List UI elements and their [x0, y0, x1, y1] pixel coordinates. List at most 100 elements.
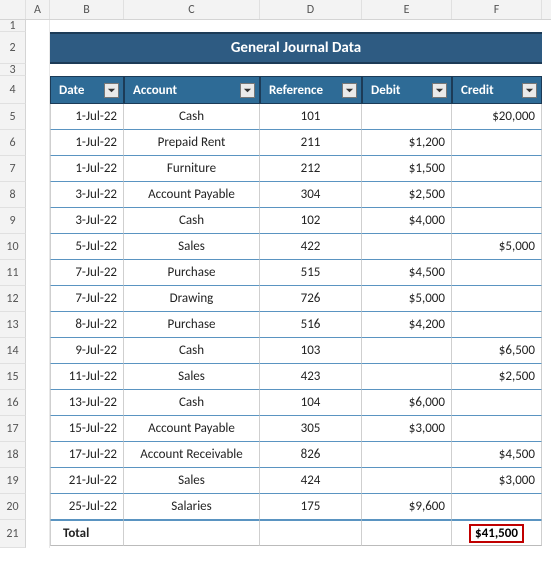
cell-reference[interactable]: 304: [260, 182, 362, 208]
cell-account[interactable]: Account Receivable: [124, 442, 260, 468]
cell-reference[interactable]: 101: [260, 104, 362, 130]
cell-debit[interactable]: $4,500: [362, 260, 452, 286]
cell-account[interactable]: Sales: [124, 234, 260, 260]
cell-debit[interactable]: [362, 104, 452, 130]
filter-button-reference[interactable]: [342, 83, 357, 98]
cell-reference[interactable]: 422: [260, 234, 362, 260]
cell-reference[interactable]: 305: [260, 416, 362, 442]
cell-reference[interactable]: 211: [260, 130, 362, 156]
row-header[interactable]: 10: [0, 234, 26, 260]
cell-date[interactable]: 7-Jul-22: [50, 286, 124, 312]
row-header[interactable]: 19: [0, 468, 26, 494]
filter-button-debit[interactable]: [432, 83, 447, 98]
cell-credit[interactable]: $2,500: [452, 364, 542, 390]
row-header[interactable]: 12: [0, 286, 26, 312]
cell-date[interactable]: 25-Jul-22: [50, 494, 124, 520]
cell-debit[interactable]: $1,200: [362, 130, 452, 156]
total-label[interactable]: Total: [50, 520, 124, 546]
cell-date[interactable]: 21-Jul-22: [50, 468, 124, 494]
cell-date[interactable]: 7-Jul-22: [50, 260, 124, 286]
row-header[interactable]: 15: [0, 364, 26, 390]
cell-date[interactable]: 15-Jul-22: [50, 416, 124, 442]
cell-debit[interactable]: [362, 468, 452, 494]
cell-account[interactable]: Drawing: [124, 286, 260, 312]
cell-date[interactable]: 17-Jul-22: [50, 442, 124, 468]
cell-debit[interactable]: $9,600: [362, 494, 452, 520]
filter-button-date[interactable]: [104, 83, 119, 98]
col-C[interactable]: C: [124, 0, 260, 19]
cell-date[interactable]: 1-Jul-22: [50, 156, 124, 182]
row-header[interactable]: 18: [0, 442, 26, 468]
cell-reference[interactable]: 102: [260, 208, 362, 234]
cell-credit[interactable]: [452, 494, 542, 520]
cell-account[interactable]: Furniture: [124, 156, 260, 182]
row-header[interactable]: 14: [0, 338, 26, 364]
cell-credit[interactable]: [452, 286, 542, 312]
cell-account[interactable]: Sales: [124, 364, 260, 390]
total-empty[interactable]: [260, 520, 362, 546]
header-reference[interactable]: Reference: [260, 76, 362, 104]
row-header[interactable]: 4: [0, 76, 26, 104]
row-header[interactable]: 16: [0, 390, 26, 416]
cell-account[interactable]: Account Payable: [124, 182, 260, 208]
cell-debit[interactable]: $6,000: [362, 390, 452, 416]
row-header[interactable]: 11: [0, 260, 26, 286]
filter-button-credit[interactable]: [522, 83, 537, 98]
cell-credit[interactable]: [452, 416, 542, 442]
cell-credit[interactable]: [452, 312, 542, 338]
cell-date[interactable]: 3-Jul-22: [50, 208, 124, 234]
cell-date[interactable]: 1-Jul-22: [50, 104, 124, 130]
total-empty[interactable]: [362, 520, 452, 546]
row-header[interactable]: 21: [0, 520, 26, 548]
cell-account[interactable]: Sales: [124, 468, 260, 494]
cell-credit[interactable]: [452, 260, 542, 286]
cell-reference[interactable]: 515: [260, 260, 362, 286]
cell-debit[interactable]: $5,000: [362, 286, 452, 312]
cell-debit[interactable]: [362, 338, 452, 364]
cell-reference[interactable]: 175: [260, 494, 362, 520]
cell-date[interactable]: 5-Jul-22: [50, 234, 124, 260]
row-header[interactable]: 6: [0, 130, 26, 156]
cell-reference[interactable]: 104: [260, 390, 362, 416]
col-A[interactable]: A: [26, 0, 50, 19]
cell-date[interactable]: 1-Jul-22: [50, 130, 124, 156]
header-account[interactable]: Account: [124, 76, 260, 104]
cell-reference[interactable]: 424: [260, 468, 362, 494]
cell-account[interactable]: Purchase: [124, 260, 260, 286]
col-E[interactable]: E: [362, 0, 452, 19]
cell-account[interactable]: Cash: [124, 208, 260, 234]
header-credit[interactable]: Credit: [452, 76, 542, 104]
filter-button-account[interactable]: [240, 83, 255, 98]
cell-credit[interactable]: [452, 130, 542, 156]
cell-account[interactable]: Cash: [124, 104, 260, 130]
cell-debit[interactable]: [362, 442, 452, 468]
row-header[interactable]: 20: [0, 494, 26, 520]
total-empty[interactable]: [124, 520, 260, 546]
cell-account[interactable]: Account Payable: [124, 416, 260, 442]
row-header[interactable]: 2: [0, 32, 26, 64]
cell-reference[interactable]: 516: [260, 312, 362, 338]
cell-reference[interactable]: 212: [260, 156, 362, 182]
cell-credit[interactable]: [452, 208, 542, 234]
cell-date[interactable]: 13-Jul-22: [50, 390, 124, 416]
cell-date[interactable]: 3-Jul-22: [50, 182, 124, 208]
cell-debit[interactable]: [362, 364, 452, 390]
cell-date[interactable]: 8-Jul-22: [50, 312, 124, 338]
cell-debit[interactable]: $4,200: [362, 312, 452, 338]
cell-reference[interactable]: 423: [260, 364, 362, 390]
cell-reference[interactable]: 103: [260, 338, 362, 364]
header-date[interactable]: Date: [50, 76, 124, 104]
cell-reference[interactable]: 726: [260, 286, 362, 312]
cell-date[interactable]: 11-Jul-22: [50, 364, 124, 390]
cell-credit[interactable]: $6,500: [452, 338, 542, 364]
select-all-corner[interactable]: [0, 0, 26, 19]
row-header[interactable]: 1: [0, 20, 26, 32]
cell-debit[interactable]: $2,500: [362, 182, 452, 208]
cell-credit[interactable]: [452, 390, 542, 416]
cell-account[interactable]: Cash: [124, 338, 260, 364]
row-header[interactable]: 17: [0, 416, 26, 442]
cell-account[interactable]: Cash: [124, 390, 260, 416]
total-credit-cell[interactable]: $41,500: [452, 520, 542, 546]
cell-credit[interactable]: $5,000: [452, 234, 542, 260]
row-header[interactable]: 13: [0, 312, 26, 338]
